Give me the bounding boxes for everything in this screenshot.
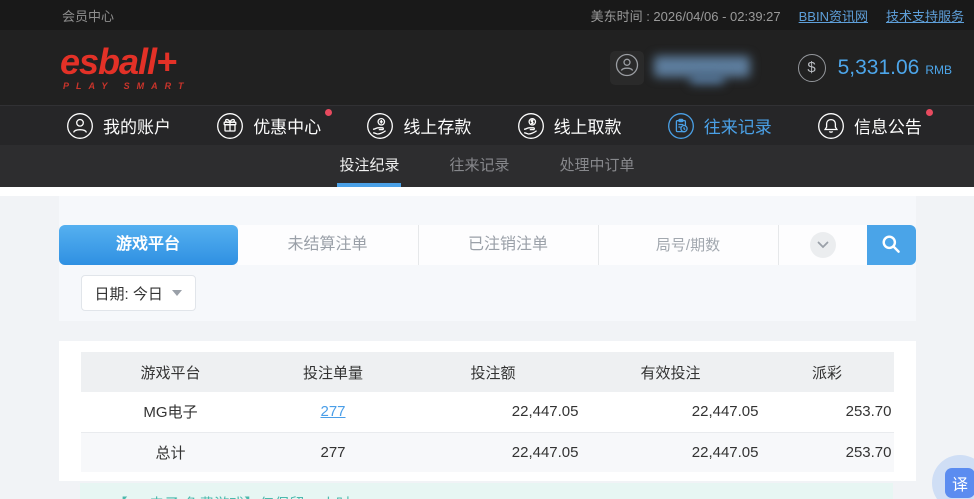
nav-item-promotions[interactable]: 优惠中心 xyxy=(216,108,333,140)
user-circle-icon xyxy=(66,112,94,140)
date-filter-label: 日期: 今日 xyxy=(94,285,163,303)
avatar xyxy=(609,50,644,85)
dollar-coin-icon: $ xyxy=(797,53,826,82)
caret-down-icon xyxy=(171,290,182,296)
search-button[interactable] xyxy=(866,225,916,265)
username-blurred xyxy=(653,51,764,85)
nav-label: 信息公告 xyxy=(853,118,922,137)
translate-icon: 译 xyxy=(945,468,974,498)
nav-item-my-account[interactable]: 我的账户 xyxy=(66,112,171,140)
nav-label: 线上存款 xyxy=(403,118,472,137)
notification-dot xyxy=(325,108,333,116)
tab-game-platform[interactable]: 游戏平台 xyxy=(58,225,238,265)
cell-platform: MG电子 xyxy=(143,404,198,422)
logo-text: esball+ xyxy=(60,41,177,82)
col-header-valid-bet: 有效投注 xyxy=(580,352,761,392)
sub-nav: 投注纪录 往来记录 处理中订单 xyxy=(0,145,974,187)
bet-summary-table: 游戏平台 投注单量 投注额 有效投注 派彩 MG电子 277 22,447.05… xyxy=(80,352,894,472)
table-row: MG电子 277 22,447.05 22,447.05 253.70 xyxy=(81,392,894,432)
table-header-row: 游戏平台 投注单量 投注额 有效投注 派彩 xyxy=(80,352,894,392)
nav-item-records[interactable]: 往来记录 xyxy=(667,112,772,140)
nav-item-announcements[interactable]: 信息公告 xyxy=(817,108,933,140)
filter-tabs: 游戏平台 未结算注单 已注销注单 xyxy=(58,225,916,265)
header-right: $ 5,331.06 RMB xyxy=(609,50,952,85)
tab-cancelled-bets[interactable]: 已注销注单 xyxy=(417,225,598,265)
cell-valid-bet: 22,447.05 xyxy=(691,403,759,421)
tab-transaction-records[interactable]: 往来记录 xyxy=(449,145,509,187)
results-panel: 游戏平台 投注单量 投注额 有效投注 派彩 MG电子 277 22,447.05… xyxy=(58,341,916,481)
nav-label: 往来记录 xyxy=(703,118,772,137)
balance-amount: 5,331.06 xyxy=(837,55,920,79)
tech-support-link[interactable]: 技术支持服务 xyxy=(886,6,964,25)
deposit-coin-hand-icon xyxy=(366,112,394,140)
notice-text: 【PG电子-免费游戏】仅保留25小时 xyxy=(113,493,351,499)
nav-item-deposit[interactable]: 线上存款 xyxy=(366,112,471,140)
table-total-row: 总计 277 22,447.05 22,447.05 253.70 xyxy=(80,431,894,472)
content-area: 游戏平台 未结算注单 已注销注单 日期: 今日 xyxy=(0,187,974,499)
search-icon xyxy=(880,233,902,258)
cell-bet-count: 277 xyxy=(260,431,406,472)
tab-unsettled-bets[interactable]: 未结算注单 xyxy=(237,225,418,265)
chevron-down-icon xyxy=(809,232,836,258)
round-number-input[interactable] xyxy=(597,225,778,265)
col-header-platform: 游戏平台 xyxy=(80,352,261,392)
server-time: 美东时间 : 2026/04/06 - 02:39:27 xyxy=(590,8,781,24)
date-filter-row: 日期: 今日 xyxy=(80,275,196,311)
tab-pending-orders[interactable]: 处理中订单 xyxy=(560,145,635,187)
date-filter-button[interactable]: 日期: 今日 xyxy=(80,275,196,311)
cell-payout: 253.70 xyxy=(760,431,894,472)
logo-tagline: PLAY SMART xyxy=(63,81,191,91)
header: esball+ PLAY SMART $ 5,331.06 RMB xyxy=(0,30,974,105)
balance: $ 5,331.06 RMB xyxy=(797,53,952,82)
cell-bet-amount: 22,447.05 xyxy=(511,403,579,421)
logo[interactable]: esball+ PLAY SMART xyxy=(60,41,191,92)
notification-dot xyxy=(925,108,933,116)
withdraw-coin-hand-icon xyxy=(517,112,545,140)
nav-label: 我的账户 xyxy=(103,118,171,137)
bet-count-link[interactable]: 277 xyxy=(320,403,345,420)
topbar-right: 美东时间 : 2026/04/06 - 02:39:27 BBIN资讯网 技术支… xyxy=(591,6,964,25)
cell-valid-bet: 22,447.05 xyxy=(580,431,761,472)
notice-item: • 【PG电子-免费游戏】仅保留25小时 xyxy=(80,483,893,499)
main-nav: 我的账户 优惠中心 线上存款 线上取款 往来记录 信息公告 xyxy=(0,105,974,145)
filters-panel: 游戏平台 未结算注单 已注销注单 日期: 今日 xyxy=(58,196,916,321)
bbin-news-link[interactable]: BBIN资讯网 xyxy=(799,6,868,25)
page-title: 会员中心 xyxy=(62,8,115,24)
cell-bet-amount: 22,447.05 xyxy=(405,431,581,472)
gift-icon xyxy=(216,112,244,140)
col-header-bet-amount: 投注额 xyxy=(405,352,581,392)
topbar: 会员中心 美东时间 : 2026/04/06 - 02:39:27 BBIN资讯… xyxy=(0,0,974,30)
bullet-icon: • xyxy=(98,496,103,499)
nav-label: 线上取款 xyxy=(553,118,622,137)
col-header-bet-count: 投注单量 xyxy=(260,352,406,392)
cell-payout: 253.70 xyxy=(845,403,892,421)
balance-currency: RMB xyxy=(925,62,952,77)
records-clipboard-clock-icon xyxy=(667,112,695,140)
filter-dropdown[interactable] xyxy=(777,225,867,265)
nav-item-withdraw[interactable]: 线上取款 xyxy=(517,112,622,140)
col-header-payout: 派彩 xyxy=(760,352,894,392)
bell-icon xyxy=(817,112,845,140)
user-chip[interactable] xyxy=(609,50,764,85)
user-icon xyxy=(615,53,639,82)
tab-bet-records[interactable]: 投注纪录 xyxy=(337,145,402,187)
cell-platform: 总计 xyxy=(80,431,261,472)
nav-label: 优惠中心 xyxy=(253,118,322,137)
